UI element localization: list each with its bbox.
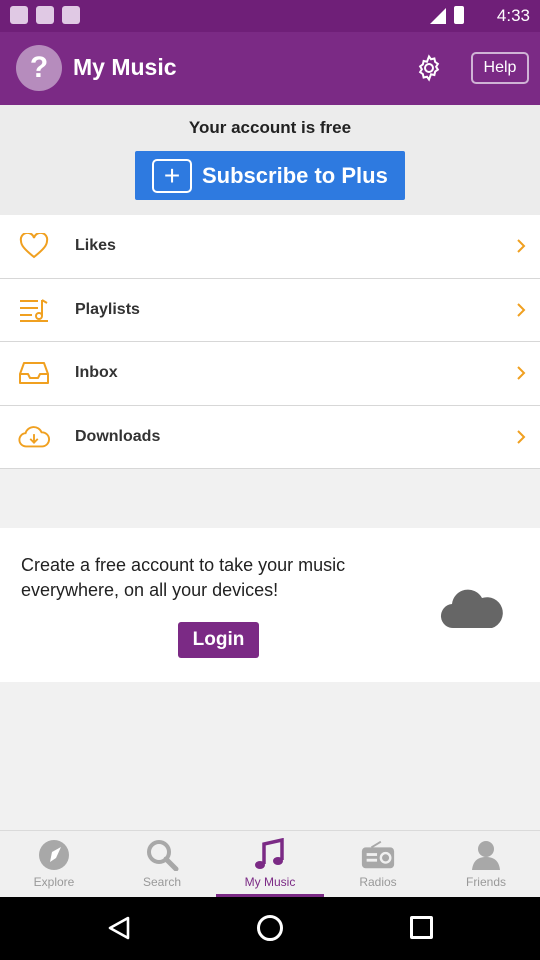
chevron-right-icon	[515, 238, 527, 254]
subscribe-label: Subscribe to Plus	[202, 162, 388, 188]
promo-text: Create a free account to take your music…	[21, 555, 346, 600]
bottom-nav: Explore Search My Music Radios Friends	[0, 830, 540, 898]
chevron-right-icon	[515, 365, 527, 381]
heart-icon	[18, 233, 50, 259]
system-icons	[430, 6, 464, 24]
tab-friends[interactable]: Friends	[432, 831, 540, 898]
search-icon	[144, 839, 180, 871]
recent-apps-icon[interactable]	[410, 916, 433, 939]
tab-radios[interactable]: Radios	[324, 831, 432, 898]
create-account-promo: Create a free account to take your music…	[0, 528, 540, 682]
cloud-download-icon	[18, 424, 50, 450]
account-panel: Your account is free + Subscribe to Plus	[0, 105, 540, 215]
signal-icon	[430, 6, 446, 24]
music-note-icon	[252, 838, 288, 871]
tab-label: Radios	[359, 875, 397, 889]
playlist-icon	[18, 297, 50, 323]
battery-icon	[454, 6, 464, 24]
cloud-icon	[440, 588, 506, 630]
login-button[interactable]: Login	[178, 622, 259, 658]
tab-my-music[interactable]: My Music	[216, 831, 324, 898]
menu-item-likes[interactable]: Likes	[0, 215, 540, 279]
radio-icon	[360, 839, 396, 871]
compass-icon	[36, 839, 72, 871]
account-status-text: Your account is free	[188, 118, 352, 137]
system-nav-bar	[0, 897, 540, 960]
subscribe-button[interactable]: + Subscribe to Plus	[135, 151, 405, 200]
tab-label: My Music	[244, 875, 296, 889]
chevron-right-icon	[515, 302, 527, 318]
home-icon[interactable]	[257, 915, 283, 941]
add-icon: +	[152, 158, 192, 193]
help-button[interactable]: Help	[471, 52, 529, 84]
status-bar: 4:33	[0, 0, 540, 32]
tab-label: Search	[142, 875, 182, 889]
avatar[interactable]: ?	[16, 45, 62, 91]
menu-item-label: Inbox	[75, 364, 118, 382]
tab-label: Friends	[465, 875, 506, 889]
chevron-right-icon	[515, 429, 527, 445]
inbox-icon	[18, 360, 50, 386]
menu-item-label: Downloads	[75, 427, 161, 445]
menu-item-inbox[interactable]: Inbox	[0, 342, 540, 406]
person-icon	[468, 839, 504, 871]
menu-item-playlists[interactable]: Playlists	[0, 279, 540, 342]
gear-icon[interactable]	[413, 52, 445, 84]
music-menu: Likes Playlists Inbox Downloads	[0, 215, 540, 469]
app-bar: ? My Music Help	[0, 32, 540, 105]
notification-icon	[62, 6, 80, 24]
tab-search[interactable]: Search	[108, 831, 216, 898]
notification-icons	[10, 6, 80, 24]
tab-explore[interactable]: Explore	[0, 831, 108, 898]
tab-label: Explore	[33, 875, 75, 889]
menu-item-label: Likes	[75, 237, 116, 255]
status-time: 4:33	[496, 6, 530, 25]
notification-icon	[36, 6, 54, 24]
back-icon[interactable]	[107, 916, 131, 940]
menu-item-downloads[interactable]: Downloads	[0, 406, 540, 469]
page-title: My Music	[73, 54, 177, 80]
notification-icon	[10, 6, 28, 24]
menu-item-label: Playlists	[75, 300, 140, 318]
